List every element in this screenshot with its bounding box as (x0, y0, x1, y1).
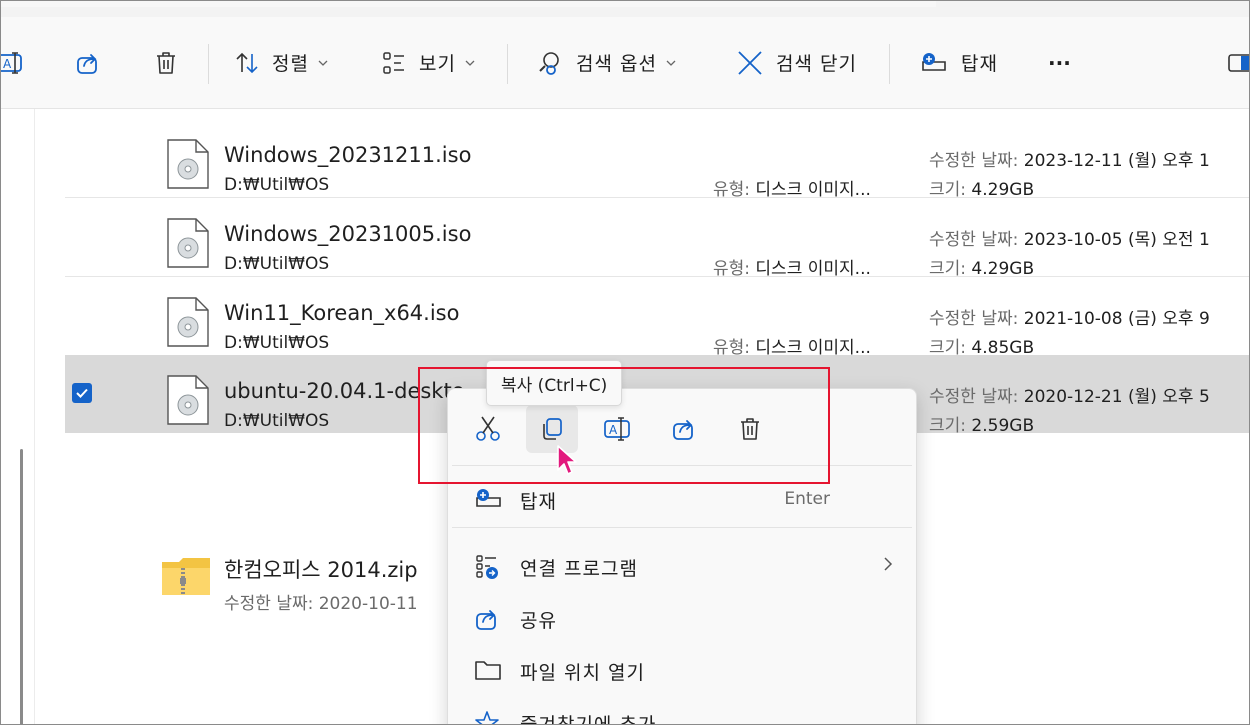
menu-item-add-to-favorites[interactable]: 즐겨찾기에 추가 (448, 702, 916, 725)
scrollbar-thumb[interactable] (20, 449, 23, 724)
star-icon (475, 711, 499, 724)
view-list-icon (383, 51, 404, 74)
zip-folder-icon (162, 558, 210, 595)
file-type: 유형: 디스크 이미지... (713, 259, 871, 279)
zip-file-date: 수정한 날짜: 2020-10-11 (224, 594, 418, 614)
search-options-icon (539, 51, 559, 75)
file-size: 크기: 2.59GB (929, 416, 1035, 436)
share-button[interactable] (75, 17, 101, 108)
file-date: 수정한 날짜: 2023-12-11 (월) 오후 1 (929, 151, 1210, 171)
share-icon (476, 610, 496, 630)
details-pane-button[interactable] (1227, 17, 1249, 108)
sort-label: 정렬 (272, 53, 309, 75)
menu-item-label: 탑재 (520, 491, 557, 513)
chevron-right-icon (884, 557, 893, 571)
file-name: Windows_20231211.iso (224, 143, 472, 167)
mount-icon (922, 52, 946, 71)
search-options-label: 검색 옵션 (576, 53, 657, 75)
menu-item-mount[interactable]: 탑재 Enter (448, 479, 916, 519)
close-search-button[interactable]: 검색 닫기 (736, 17, 857, 108)
chevron-down-icon (666, 60, 676, 66)
menu-item-label: 공유 (520, 610, 557, 632)
file-date: 수정한 날짜: 2020-12-21 (월) 오후 5 (929, 387, 1210, 407)
mouse-pointer-icon (557, 445, 577, 475)
file-name: Win11_Korean_x64.iso (224, 301, 460, 325)
file-path: D:₩Util₩OS (224, 175, 330, 195)
file-name: Windows_20231005.iso (224, 222, 472, 246)
file-date: 수정한 날짜: 2023-10-05 (목) 오전 1 (929, 230, 1210, 250)
file-row[interactable]: Windows_20231005.iso D:₩Util₩OS 유형: 디스크 … (65, 198, 1249, 279)
mount-icon (476, 489, 501, 507)
disc-image-file-icon (167, 139, 209, 189)
file-type: 유형: 디스크 이미지... (713, 180, 871, 200)
file-row[interactable]: Win11_Korean_x64.iso D:₩Util₩OS 유형: 디스크 … (65, 277, 1249, 358)
view-button[interactable]: 보기 (381, 17, 476, 108)
share-icon (77, 53, 97, 74)
annotation-highlight-box (418, 367, 830, 484)
view-label: 보기 (419, 53, 456, 75)
row-checkbox[interactable] (72, 383, 92, 403)
svg-text:A: A (3, 57, 12, 71)
close-icon (738, 50, 762, 75)
disc-image-file-icon (167, 218, 209, 268)
file-path: D:₩Util₩OS (224, 254, 330, 274)
file-size: 크기: 4.29GB (929, 259, 1035, 279)
menu-item-label: 파일 위치 열기 (520, 662, 645, 684)
command-bar: A 정렬 보기 검색 옵션 검색 닫기 탑재 ··· (1, 17, 1249, 109)
mount-button[interactable]: 탑재 (919, 17, 998, 108)
checkmark-icon (76, 388, 88, 398)
menu-item-label: 연결 프로그램 (520, 558, 638, 580)
search-options-button[interactable]: 검색 옵션 (536, 17, 677, 108)
rename-icon: A (1, 51, 22, 74)
menu-item-open-file-location[interactable]: 파일 위치 열기 (448, 650, 916, 690)
file-explorer-window: A 정렬 보기 검색 옵션 검색 닫기 탑재 ··· Windows_20231… (0, 0, 1250, 725)
chevron-down-icon (465, 60, 475, 66)
more-options-button[interactable]: ··· (1048, 17, 1071, 108)
menu-item-share[interactable]: 공유 (448, 598, 916, 638)
folder-icon (475, 661, 501, 680)
file-path: D:₩Util₩OS (224, 411, 330, 431)
more-icon: ··· (1048, 50, 1071, 75)
close-search-label: 검색 닫기 (776, 53, 857, 75)
sort-button[interactable]: 정렬 (234, 17, 329, 108)
file-row[interactable]: Windows_20231211.iso D:₩Util₩OS 유형: 디스크 … (65, 119, 1249, 200)
mount-label: 탑재 (961, 53, 998, 75)
chevron-down-icon (318, 60, 328, 66)
file-size: 크기: 4.29GB (929, 180, 1035, 200)
sort-icon (236, 52, 258, 73)
delete-button[interactable] (153, 17, 179, 108)
menu-item-label: 즐겨찾기에 추가 (520, 714, 657, 725)
disc-image-file-icon (167, 297, 209, 347)
details-pane-icon (1228, 53, 1249, 72)
menu-item-shortcut: Enter (784, 489, 830, 509)
zip-file-name[interactable]: 한컴오피스 2014.zip (224, 554, 418, 584)
file-path: D:₩Util₩OS (224, 333, 330, 353)
open-with-icon (476, 555, 498, 579)
title-strip (1, 1, 1249, 17)
rename-button[interactable]: A (1, 17, 29, 108)
disc-image-file-icon (167, 375, 209, 425)
menu-item-open-with[interactable]: 연결 프로그램 (448, 546, 916, 586)
file-date: 수정한 날짜: 2021-10-08 (금) 오후 9 (929, 309, 1210, 329)
trash-icon (157, 51, 175, 74)
